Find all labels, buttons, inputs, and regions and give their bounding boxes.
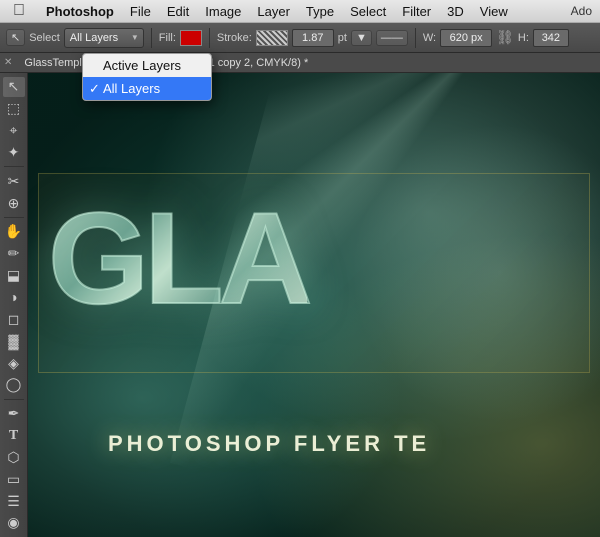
fill-color-box[interactable] [180,30,202,46]
tool-separator-1 [4,166,24,167]
pen-btn[interactable]: ✒ [3,404,25,424]
separator-1 [151,28,152,48]
separator-3 [415,28,416,48]
notes-btn[interactable]: ☰ [3,491,25,511]
active-layers-checkmark [89,58,93,73]
apple-logo[interactable]:  [0,2,38,20]
magic-wand-btn[interactable]: ✦ [3,143,25,163]
type-btn[interactable]: T [3,426,25,446]
left-toolbar: ↖ ⬚ ⌖ ✦ ✂ ⊕ ✋ ✏ ⬓ ◑ ◻ ▓ ◈ ◯ ✒ T ⬡ ▭ ☰ ◉ [0,73,28,537]
link-icon[interactable]: ⛓ [496,29,514,46]
app-name: Photoshop [38,4,122,19]
eyedropper-btn[interactable]: ⊕ [3,193,25,213]
healing-btn[interactable]: ✋ [3,222,25,242]
dropdown-item-active-layers[interactable]: Active Layers [83,54,211,77]
toolbar: ↖ Select All Layers Fill: Stroke: pt ▼ —… [0,23,600,53]
tool-arrow-btn[interactable]: ↖ [6,29,25,46]
artwork: GLA GLA PHOTOSHOP FLYER TE [28,73,600,537]
menu-layer[interactable]: Layer [249,4,298,19]
eraser-btn[interactable]: ◻ [3,309,25,329]
tool-separator-3 [4,399,24,400]
dropdown-item-all-layers[interactable]: ✓ All Layers [83,77,211,100]
menu-3d[interactable]: 3D [439,4,472,19]
zoom-btn[interactable]: ◉ [3,513,25,533]
canvas-area[interactable]: GLA GLA PHOTOSHOP FLYER TE [28,73,600,537]
tab-close-btn[interactable]: ✕ [0,57,16,68]
height-input[interactable] [533,29,569,47]
subtitle-text: PHOTOSHOP FLYER TE [108,431,430,457]
glass-text-outline: GLA [48,193,307,323]
menu-file[interactable]: File [122,4,159,19]
stroke-label: Stroke: [217,32,252,44]
apple-icon:  [13,2,25,19]
stroke-value-input[interactable] [292,29,334,47]
lasso-tool-btn[interactable]: ⌖ [3,121,25,141]
blur-btn[interactable]: ◈ [3,353,25,373]
menubar:  Photoshop File Edit Image Layer Type S… [0,0,600,23]
width-input[interactable] [440,29,492,47]
tool-separator-2 [4,217,24,218]
menubar-right-text: Ado [571,4,600,18]
gradient-btn[interactable]: ▓ [3,331,25,351]
path-btn[interactable]: ⬡ [3,447,25,467]
crop-tool-btn[interactable]: ✂ [3,171,25,191]
menu-image[interactable]: Image [197,4,249,19]
marquee-tool-btn[interactable]: ⬚ [3,99,25,119]
menu-view[interactable]: View [472,4,516,19]
select-label: Select [29,32,60,44]
shape-btn[interactable]: ▭ [3,469,25,489]
stroke-preview[interactable] [256,30,288,46]
separator-2 [209,28,210,48]
move-tool-btn[interactable]: ↖ [3,77,25,97]
menu-type[interactable]: Type [298,4,342,19]
stroke-options-btn[interactable]: ▼ [351,30,372,46]
history-brush-btn[interactable]: ◑ [3,288,25,308]
menu-select[interactable]: Select [342,4,394,19]
clone-btn[interactable]: ⬓ [3,266,25,286]
stroke-unit: pt [338,32,347,44]
layer-dropdown[interactable]: All Layers [64,28,144,48]
fill-label: Fill: [159,32,176,44]
active-layers-label: Active Layers [103,58,181,73]
menu-filter[interactable]: Filter [394,4,439,19]
layer-dropdown-label: All Layers [70,32,118,44]
brush-btn[interactable]: ✏ [3,244,25,264]
layer-dropdown-popup: Active Layers ✓ All Layers [82,53,212,101]
dodge-btn[interactable]: ◯ [3,375,25,395]
main-area: ↖ ⬚ ⌖ ✦ ✂ ⊕ ✋ ✏ ⬓ ◑ ◻ ▓ ◈ ◯ ✒ T ⬡ ▭ ☰ ◉ … [0,73,600,537]
all-layers-checkmark: ✓ [89,81,100,97]
stroke-align-btn[interactable]: —— [376,30,408,46]
menu-edit[interactable]: Edit [159,4,197,19]
height-label: H: [518,32,529,44]
all-layers-label: All Layers [103,81,160,96]
width-label: W: [423,32,436,44]
